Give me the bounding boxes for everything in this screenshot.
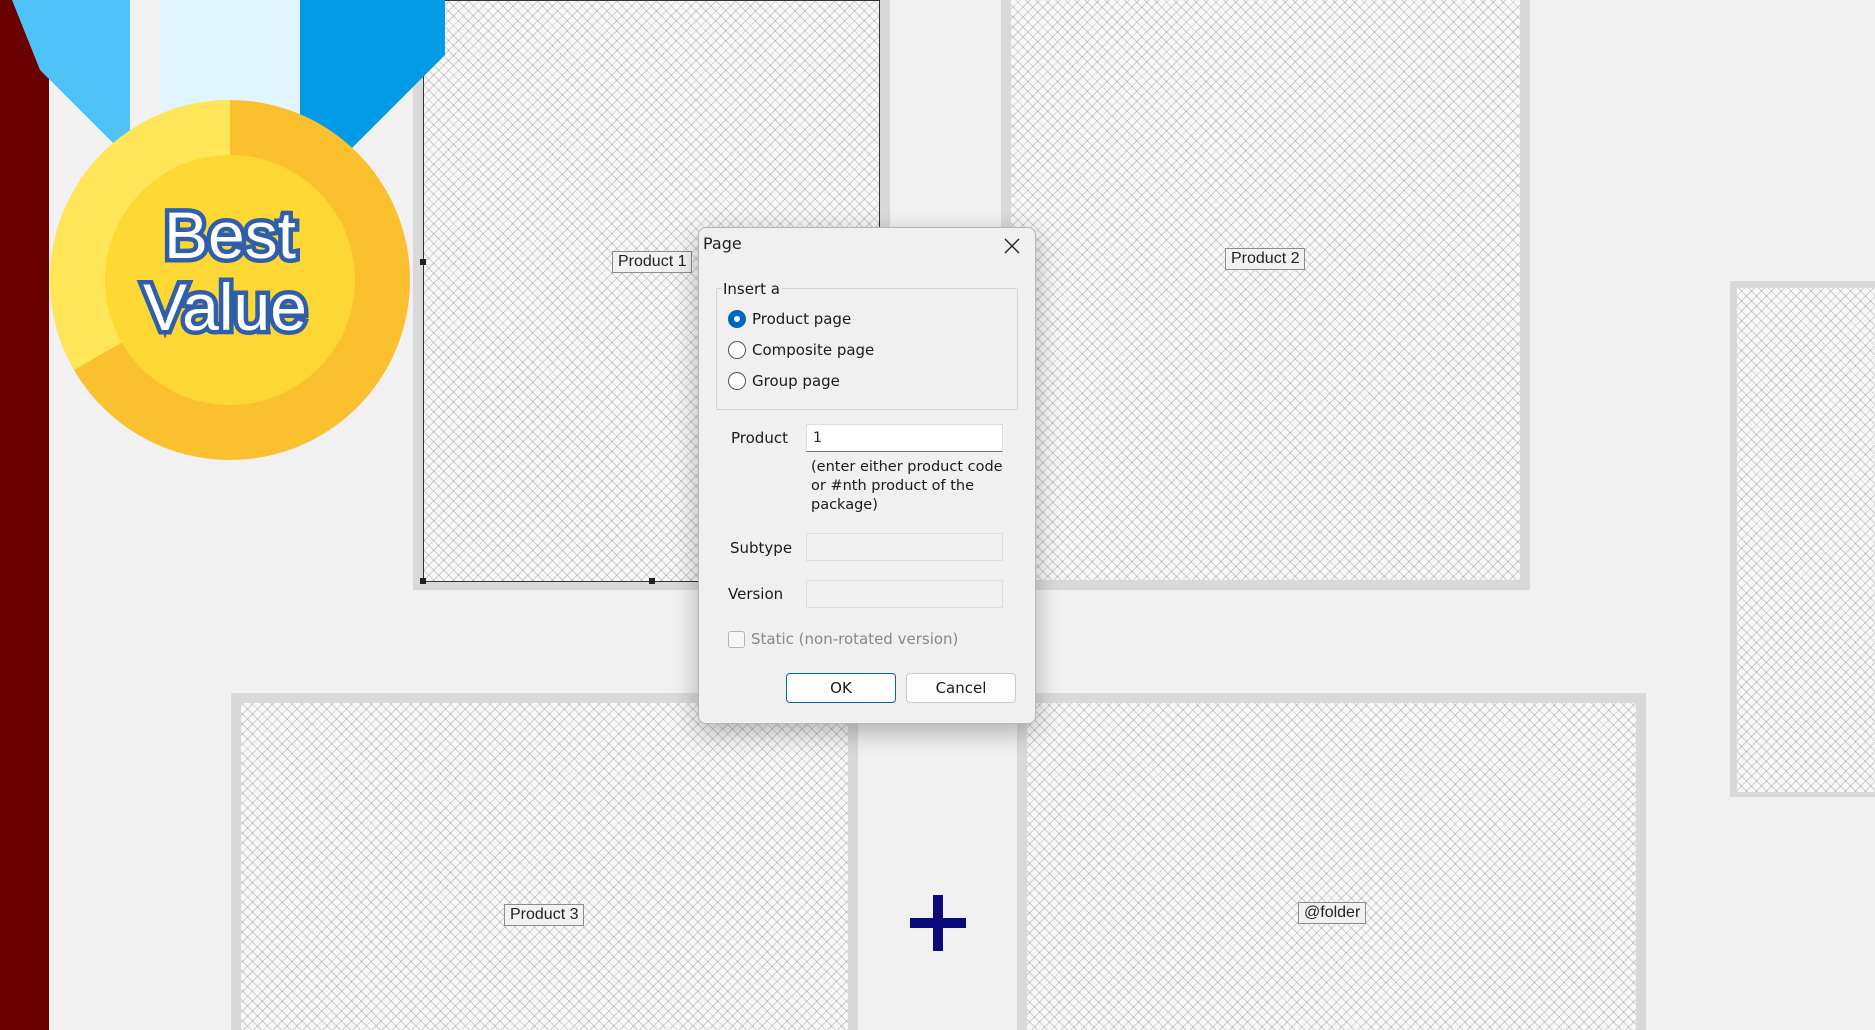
radio-group-page[interactable]: Group page — [728, 370, 840, 392]
add-page-plus-icon[interactable] — [910, 895, 966, 951]
dialog-title: Page — [703, 234, 742, 253]
subtype-input[interactable] — [806, 533, 1003, 561]
badge-line1: Best — [164, 198, 296, 272]
product-label: Product — [731, 429, 788, 447]
static-checkbox[interactable] — [728, 630, 745, 648]
radio-button[interactable] — [728, 310, 746, 328]
radio-product-page[interactable]: Product page — [728, 308, 851, 330]
page-label-product-1: Product 1 — [612, 251, 693, 273]
subtype-label: Subtype — [730, 539, 793, 557]
close-button[interactable] — [989, 228, 1035, 264]
resize-handle[interactable] — [420, 578, 426, 584]
product-input[interactable] — [806, 424, 1003, 452]
version-input[interactable] — [806, 580, 1003, 608]
static-checkbox-row[interactable]: Static (non-rotated version) — [728, 630, 958, 648]
static-label: Static (non-rotated version) — [751, 630, 959, 648]
cancel-button[interactable]: Cancel — [906, 673, 1016, 703]
radio-label: Product page — [752, 310, 852, 328]
close-icon — [1004, 238, 1020, 254]
badge-line2: Value — [143, 270, 307, 344]
radio-button[interactable] — [728, 372, 746, 390]
product-hint: (enter either product code or #nth produ… — [811, 459, 1003, 513]
version-label: Version — [728, 585, 784, 603]
page-label-product-2: Product 2 — [1225, 248, 1306, 270]
page-label-folder: @folder — [1298, 902, 1367, 924]
radio-composite-page[interactable]: Composite page — [728, 339, 874, 361]
resize-handle[interactable] — [649, 578, 655, 584]
page-label-product-3: Product 3 — [504, 904, 585, 926]
page-product-2[interactable] — [1011, 0, 1520, 580]
ok-button[interactable]: OK — [786, 673, 896, 703]
radio-label: Composite page — [752, 341, 875, 359]
radio-button[interactable] — [728, 341, 746, 359]
page-folder[interactable] — [1027, 703, 1636, 1030]
best-value-medal-icon: Best Value — [12, 0, 445, 460]
group-label: Insert a — [721, 280, 782, 298]
page-product-3[interactable] — [241, 703, 848, 1030]
page-dialog: Page Insert a Product page Composite pag… — [698, 227, 1036, 724]
radio-label: Group page — [752, 372, 840, 390]
page-partial[interactable] — [1737, 288, 1875, 792]
